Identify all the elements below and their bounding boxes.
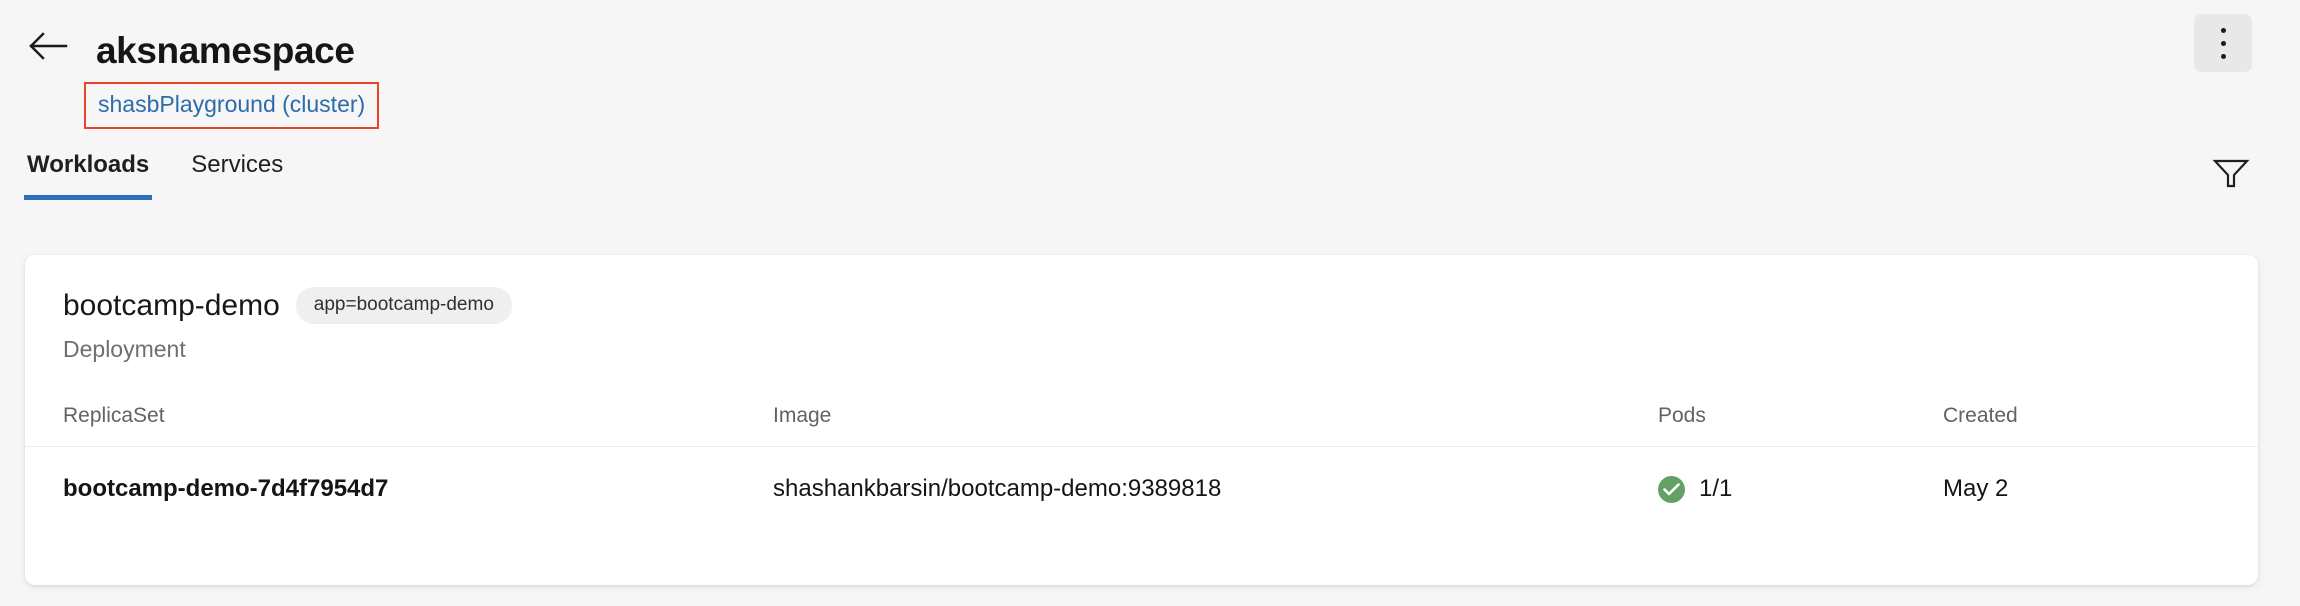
pods-ready-count: 1/1 bbox=[1699, 475, 1733, 502]
page-header: aksnamespace shasbPlayground (cluster) W… bbox=[0, 0, 2300, 225]
tab-bar: Workloads Services bbox=[24, 150, 286, 200]
page-title: aksnamespace bbox=[96, 30, 355, 71]
back-arrow-icon[interactable] bbox=[28, 30, 70, 62]
filter-funnel-icon[interactable] bbox=[2211, 155, 2251, 191]
column-header-pods: Pods bbox=[1658, 404, 1706, 427]
table-header-row: ReplicaSet Image Pods Created bbox=[25, 385, 2258, 447]
table-row[interactable]: bootcamp-demo-7d4f7954d7 shashankbarsin/… bbox=[25, 447, 2258, 531]
more-options-button[interactable] bbox=[2194, 14, 2252, 72]
workload-card: bootcamp-demo app=bootcamp-demo Deployme… bbox=[25, 255, 2258, 585]
tab-workloads[interactable]: Workloads bbox=[24, 150, 153, 200]
workload-title-row: bootcamp-demo app=bootcamp-demo bbox=[63, 287, 512, 324]
cluster-breadcrumb-link[interactable]: shasbPlayground (cluster) bbox=[98, 91, 365, 117]
column-header-image: Image bbox=[773, 404, 832, 427]
workload-label-badge: app=bootcamp-demo bbox=[295, 287, 512, 324]
tab-services[interactable]: Services bbox=[188, 150, 286, 200]
workload-card-header: bootcamp-demo app=bootcamp-demo Deployme… bbox=[25, 255, 512, 363]
cluster-link-annotation: shasbPlayground (cluster) bbox=[84, 82, 380, 129]
cell-replicaset-name: bootcamp-demo-7d4f7954d7 bbox=[63, 475, 389, 502]
column-header-created: Created bbox=[1943, 404, 2018, 427]
kebab-menu-icon bbox=[2194, 14, 2252, 72]
workload-name: bootcamp-demo bbox=[63, 288, 280, 322]
status-healthy-check-icon bbox=[1658, 475, 1685, 503]
cell-image: shashankbarsin/bootcamp-demo:9389818 bbox=[773, 475, 1222, 502]
cell-pods: 1/1 bbox=[1620, 475, 1905, 503]
cell-created: May 2 bbox=[1943, 475, 2009, 502]
replicaset-table: ReplicaSet Image Pods Created bootcamp-d… bbox=[25, 385, 2258, 531]
workload-kind: Deployment bbox=[63, 336, 186, 362]
column-header-replicaset: ReplicaSet bbox=[63, 404, 165, 427]
